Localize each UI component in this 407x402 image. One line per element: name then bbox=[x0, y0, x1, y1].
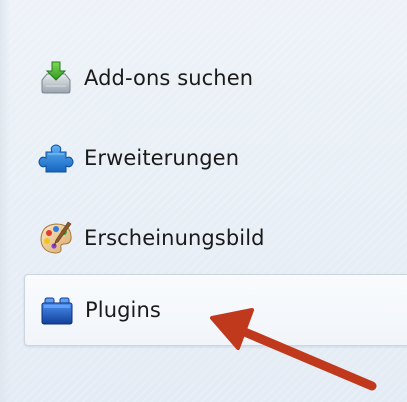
sidebar-item-get-addons[interactable]: Add-ons suchen bbox=[24, 42, 407, 114]
puzzle-piece-icon bbox=[38, 144, 74, 173]
sidebar-item-extensions[interactable]: Erweiterungen bbox=[24, 122, 407, 194]
addons-manager-sidebar: Add-ons suchen Erweiterungen Erscheinung… bbox=[0, 0, 407, 402]
sidebar-item-label: Erscheinungsbild bbox=[84, 226, 265, 250]
sidebar-left-edge bbox=[0, 0, 10, 402]
sidebar-item-plugins[interactable]: Plugins bbox=[24, 274, 407, 346]
get-addons-icon bbox=[41, 61, 71, 94]
sidebar-item-appearance[interactable]: Erscheinungsbild bbox=[24, 202, 407, 274]
sidebar-item-label: Erweiterungen bbox=[84, 146, 240, 170]
sidebar-item-label: Add-ons suchen bbox=[84, 66, 254, 90]
plugin-blocks-icon bbox=[41, 297, 73, 325]
paint-palette-icon bbox=[40, 221, 72, 254]
sidebar-item-label: Plugins bbox=[85, 298, 161, 322]
